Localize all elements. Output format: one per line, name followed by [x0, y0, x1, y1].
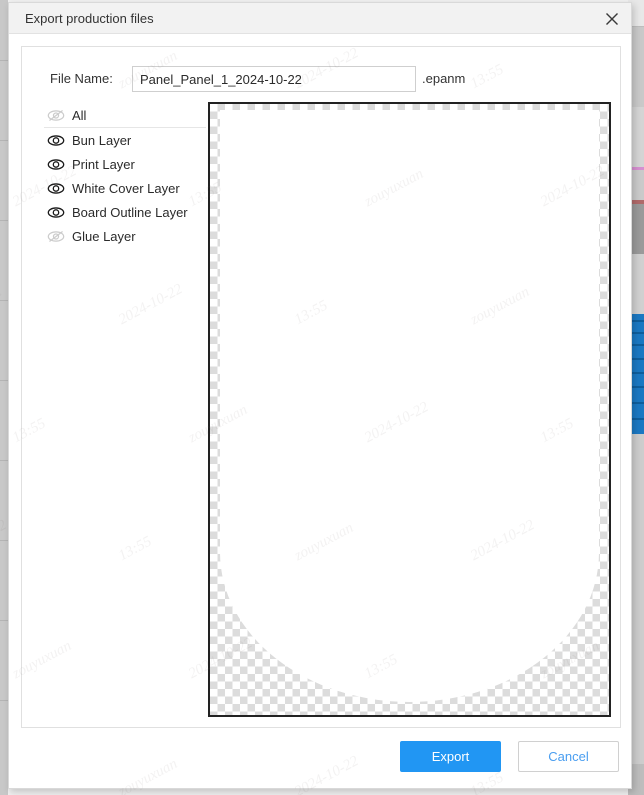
layer-label: All: [72, 107, 87, 123]
layer-label: White Cover Layer: [72, 180, 180, 196]
layer-label: Print Layer: [72, 156, 135, 172]
layer-item-white-cover-layer[interactable]: White Cover Layer: [44, 176, 206, 200]
cancel-button[interactable]: Cancel: [518, 741, 619, 772]
panel-artwork-shape: [220, 110, 599, 702]
layer-label: Board Outline Layer: [72, 204, 188, 220]
dialog-title: Export production files: [25, 11, 154, 26]
eye-hidden-icon[interactable]: [44, 103, 68, 127]
eye-visible-icon[interactable]: [44, 152, 68, 176]
layer-item-print-layer[interactable]: Print Layer: [44, 152, 206, 176]
filename-extension-label: .epanm: [422, 71, 466, 86]
cancel-button-label: Cancel: [548, 749, 589, 764]
layer-label: Glue Layer: [72, 228, 136, 244]
dialog-titlebar: Export production files: [9, 3, 631, 34]
layer-item-board-outline-layer[interactable]: Board Outline Layer: [44, 200, 206, 224]
eye-visible-icon[interactable]: [44, 176, 68, 200]
layer-label: Bun Layer: [72, 132, 132, 148]
export-button[interactable]: Export: [400, 741, 501, 772]
background-left-strip: [0, 0, 8, 795]
layer-item-all[interactable]: All: [44, 103, 206, 128]
export-production-files-dialog: Export production files File Name: .epan…: [8, 2, 632, 789]
export-button-label: Export: [431, 749, 470, 764]
layer-list: All Bun Layer Print Layer White Cover La…: [44, 103, 206, 248]
layer-item-bun-layer[interactable]: Bun Layer: [44, 128, 206, 152]
filename-label: File Name:: [50, 71, 113, 86]
dialog-footer: Export Cancel: [9, 728, 631, 788]
close-button[interactable]: [599, 7, 625, 31]
eye-hidden-icon[interactable]: [44, 224, 68, 248]
artwork-preview[interactable]: [208, 102, 611, 717]
layer-item-glue-layer[interactable]: Glue Layer: [44, 224, 206, 248]
filename-input[interactable]: [132, 66, 416, 92]
eye-visible-icon[interactable]: [44, 200, 68, 224]
close-x-icon: [599, 12, 625, 26]
eye-visible-icon[interactable]: [44, 128, 68, 152]
dialog-content-panel: File Name: .epanm All: [21, 46, 621, 728]
